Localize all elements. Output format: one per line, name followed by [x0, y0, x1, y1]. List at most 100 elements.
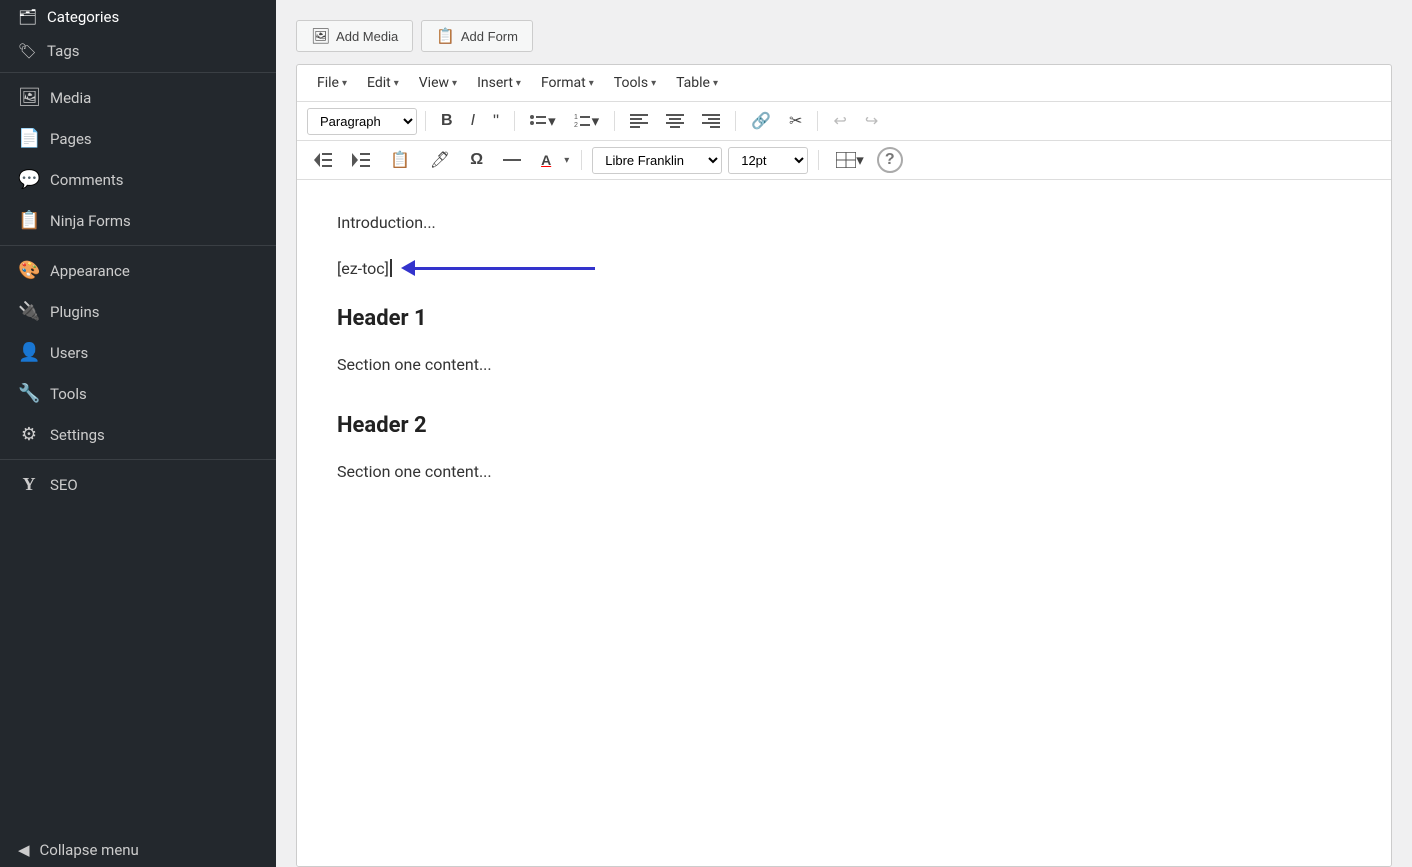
sidebar-item-tools[interactable]: 🔧 Tools	[0, 373, 276, 414]
menu-edit-label: Edit	[367, 75, 391, 91]
sidebar-item-users[interactable]: 👤 Users	[0, 332, 276, 373]
sidebar-item-label: Appearance	[50, 262, 130, 280]
toolbar-separator	[735, 111, 736, 131]
add-media-label: Add Media	[336, 29, 398, 44]
eraser-button[interactable]: 🖊	[423, 146, 457, 174]
section2-content: Section one content...	[337, 459, 1351, 485]
omega-button[interactable]: Ω	[463, 147, 490, 173]
section2: Header 2 Section one content...	[337, 408, 1351, 485]
sidebar-item-comments[interactable]: 💬 Comments	[0, 159, 276, 200]
sidebar-item-label: Categories	[47, 8, 119, 26]
indent-button[interactable]	[345, 149, 377, 171]
bullet-list-button[interactable]: ▾	[523, 108, 563, 134]
sidebar-item-pages[interactable]: 📄 Pages	[0, 118, 276, 159]
sidebar-item-ninja-forms[interactable]: 📋 Ninja Forms	[0, 200, 276, 241]
add-media-button[interactable]: 🖼 Add Media	[296, 20, 413, 52]
menu-item-edit[interactable]: Edit ▾	[359, 71, 407, 95]
add-form-icon: 📋	[436, 27, 455, 45]
sidebar-item-categories[interactable]: 🗂 Categories	[0, 0, 276, 34]
clipboard-button[interactable]: 📋	[383, 146, 417, 174]
menu-item-tools[interactable]: Tools ▾	[606, 71, 664, 95]
italic-button[interactable]: I	[464, 108, 482, 134]
shortcode-line: [ez-toc]	[337, 256, 1351, 282]
tools-icon: 🔧	[18, 383, 40, 404]
menu-item-insert[interactable]: Insert ▾	[469, 71, 529, 95]
undo-button[interactable]: ↩	[826, 107, 853, 135]
outdent-button[interactable]	[307, 149, 339, 171]
sidebar-item-collapse[interactable]: ◀ Collapse menu	[0, 833, 276, 867]
arrow-head-icon	[401, 260, 415, 276]
pages-icon: 📄	[18, 128, 40, 149]
sidebar-item-label: Media	[50, 89, 91, 107]
sidebar-item-seo[interactable]: Y SEO	[0, 464, 276, 505]
help-button[interactable]: ?	[877, 147, 903, 173]
format-arrow-icon: ▾	[589, 78, 594, 89]
sidebar-item-label: Settings	[50, 426, 105, 444]
section1-content: Section one content...	[337, 352, 1351, 378]
font-family-select[interactable]: Libre Franklin	[592, 147, 722, 174]
add-media-icon: 🖼	[311, 27, 330, 45]
paragraph-select[interactable]: Paragraph Heading 1 Heading 2 Heading 3	[307, 108, 417, 135]
numbered-list-button[interactable]: 12 ▾	[567, 108, 607, 134]
redo-button[interactable]: ↪	[858, 107, 885, 135]
insert-arrow-icon: ▾	[516, 78, 521, 89]
sidebar-item-appearance[interactable]: 🎨 Appearance	[0, 250, 276, 291]
horizontal-rule-button[interactable]	[496, 149, 528, 171]
add-form-label: Add Form	[461, 29, 518, 44]
sidebar-divider	[0, 245, 276, 246]
sidebar-divider	[0, 72, 276, 73]
main-content: 🖼 Add Media 📋 Add Form File ▾ Edit ▾	[276, 0, 1412, 867]
shortcode-text: [ez-toc]	[337, 256, 389, 282]
align-right-button[interactable]	[695, 110, 727, 132]
collapse-icon: ◀	[18, 841, 30, 859]
link-button[interactable]: 🔗	[744, 107, 778, 135]
sidebar-item-media[interactable]: 🖼 Media	[0, 77, 276, 118]
unlink-button[interactable]: ✂	[782, 107, 809, 135]
toolbar-separator	[425, 111, 426, 131]
font-toolbar: 📋 🖊 Ω A ▾ Libre Franklin 12pt 10pt 14pt …	[297, 141, 1391, 180]
font-size-select[interactable]: 12pt 10pt 14pt 18pt	[728, 147, 808, 174]
toolbar-separator	[581, 150, 582, 170]
appearance-icon: 🎨	[18, 260, 40, 281]
align-left-button[interactable]	[623, 110, 655, 132]
align-center-button[interactable]	[659, 110, 691, 132]
sidebar-item-label: Pages	[50, 130, 92, 148]
file-arrow-icon: ▾	[342, 78, 347, 89]
sidebar-item-label: Plugins	[50, 303, 99, 321]
table-arrow-icon: ▾	[713, 78, 718, 89]
menu-item-view[interactable]: View ▾	[411, 71, 465, 95]
bold-button[interactable]: B	[434, 108, 460, 134]
sidebar-item-settings[interactable]: ⚙ Settings	[0, 414, 276, 455]
sidebar-item-label: Tags	[47, 42, 79, 60]
menu-view-label: View	[419, 75, 449, 91]
cursor	[390, 259, 392, 277]
editor-wrapper: 🖼 Add Media 📋 Add Form File ▾ Edit ▾	[276, 0, 1412, 867]
users-icon: 👤	[18, 342, 40, 363]
toolbar-separator	[514, 111, 515, 131]
menu-item-file[interactable]: File ▾	[309, 71, 355, 95]
sidebar-item-label: Comments	[50, 171, 124, 189]
ninja-forms-icon: 📋	[18, 210, 40, 231]
arrow-line	[415, 267, 595, 270]
header2: Header 2	[337, 408, 1351, 443]
tools-arrow-icon: ▾	[651, 78, 656, 89]
menu-item-table[interactable]: Table ▾	[668, 71, 726, 95]
sidebar-item-label: Tools	[50, 385, 87, 403]
header1: Header 1	[337, 301, 1351, 336]
blockquote-button[interactable]: "	[486, 107, 506, 135]
toolbar-separator	[614, 111, 615, 131]
add-form-button[interactable]: 📋 Add Form	[421, 20, 533, 52]
sidebar-item-tags[interactable]: 🏷 Tags	[0, 34, 276, 68]
font-color-button[interactable]: A	[534, 148, 558, 172]
sidebar-item-plugins[interactable]: 🔌 Plugins	[0, 291, 276, 332]
sidebar-divider	[0, 459, 276, 460]
intro-paragraph: Introduction...	[337, 210, 1351, 236]
media-icon: 🖼	[18, 87, 40, 108]
menu-item-format[interactable]: Format ▾	[533, 71, 602, 95]
sidebar: 🗂 Categories 🏷 Tags 🖼 Media 📄 Pages 💬 Co…	[0, 0, 276, 867]
editor-body[interactable]: Introduction... [ez-toc] Header 1 Sectio…	[297, 180, 1391, 866]
edit-arrow-icon: ▾	[394, 78, 399, 89]
menu-format-label: Format	[541, 75, 586, 91]
table-insert-button[interactable]: ▾	[829, 147, 871, 173]
menu-tools-label: Tools	[614, 75, 648, 91]
